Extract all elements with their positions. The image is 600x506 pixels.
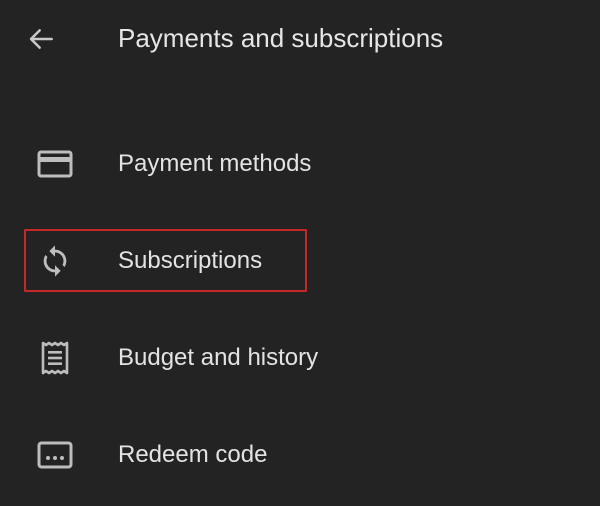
menu-item-label: Subscriptions — [118, 247, 263, 274]
menu-item-label: Payment methods — [118, 150, 312, 177]
arrow-back-icon — [29, 29, 53, 49]
menu-item-budget-and-history[interactable]: Budget and history — [0, 322, 600, 394]
page-title: Payments and subscriptions — [118, 23, 444, 53]
back-button[interactable] — [22, 20, 60, 58]
receipt-icon — [35, 340, 75, 376]
app-bar: Payments and subscriptions — [0, 0, 600, 80]
sync-icon — [35, 243, 75, 279]
menu-item-redeem-code[interactable]: Redeem code — [0, 419, 600, 491]
redeem-code-icon — [35, 437, 75, 473]
menu-item-label: Redeem code — [118, 441, 268, 468]
payments-screen: Payments and subscriptions Payment metho… — [0, 0, 600, 506]
menu-item-label: Budget and history — [118, 344, 319, 371]
menu-item-subscriptions[interactable]: Subscriptions — [0, 225, 600, 297]
menu-item-payment-methods[interactable]: Payment methods — [0, 128, 600, 200]
credit-card-icon — [35, 146, 75, 182]
